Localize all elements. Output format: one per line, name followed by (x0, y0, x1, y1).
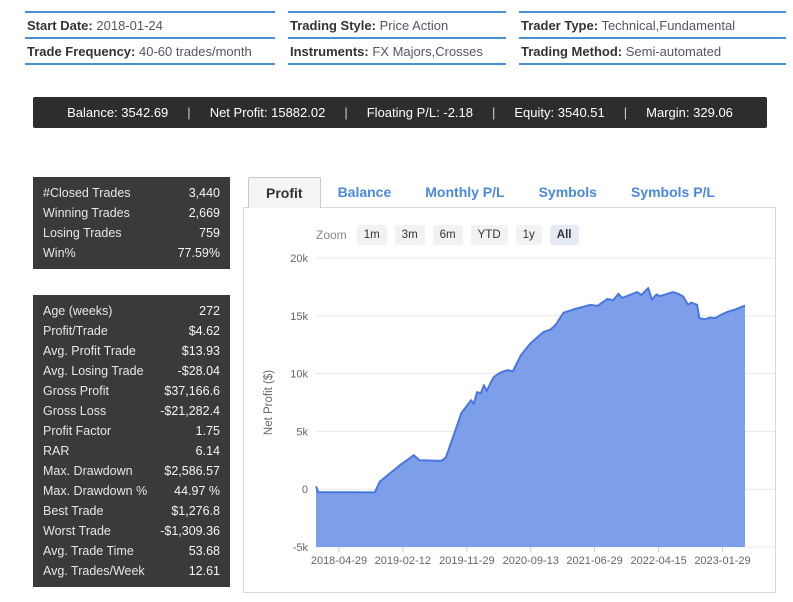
zoom-ytd-button[interactable]: YTD (471, 225, 508, 245)
info-label: Trading Style: (290, 18, 376, 33)
y-tick-label: 15k (290, 311, 308, 323)
stat-row-losing-trades: Losing Trades759 (43, 223, 220, 243)
y-tick-label: 10k (290, 369, 308, 381)
zoom-1m-button[interactable]: 1m (357, 225, 387, 245)
info-value: Price Action (380, 18, 449, 33)
x-tick-label: 2023-01-29 (694, 555, 750, 567)
info-trading-method: Trading Method: Semi-automated (519, 37, 786, 65)
tab-symbols-pl[interactable]: Symbols P/L (614, 177, 732, 208)
stat-row-gross-loss: Gross Loss-$21,282.4 (43, 401, 220, 421)
trade-count-stats-table: #Closed Trades3,440 Winning Trades2,669 … (33, 177, 230, 269)
zoom-3m-button[interactable]: 3m (395, 225, 425, 245)
summary-equity: Equity: 3540.51 (514, 105, 604, 120)
info-value: Technical,Fundamental (601, 18, 735, 33)
stat-row-max-drawdown: Max. Drawdown$2,586.57 (43, 461, 220, 481)
stat-row-gross-profit: Gross Profit$37,166.6 (43, 381, 220, 401)
stat-row-avg-losing-trade: Avg. Losing Trade-$28.04 (43, 361, 220, 381)
info-trading-style: Trading Style: Price Action (288, 11, 506, 37)
separator: | (187, 105, 190, 120)
stat-row-winning-trades: Winning Trades2,669 (43, 203, 220, 223)
x-tick-label: 2022-04-15 (630, 555, 686, 567)
y-tick-label: 0 (302, 484, 308, 496)
x-tick-label: 2020-09-13 (503, 555, 559, 567)
zoom-label: Zoom (316, 228, 347, 242)
stat-row-closed-trades: #Closed Trades3,440 (43, 183, 220, 203)
summary-margin: Margin: 329.06 (646, 105, 733, 120)
stat-row-avg-trades-week: Avg. Trades/Week12.61 (43, 561, 220, 581)
stat-row-max-drawdown-pct: Max. Drawdown %44.97 % (43, 481, 220, 501)
stat-row-age: Age (weeks)272 (43, 301, 220, 321)
info-instruments: Instruments: FX Majors,Crosses (288, 37, 506, 65)
tab-profit[interactable]: Profit (248, 177, 321, 208)
stat-row-win-percent: Win%77.59% (43, 243, 220, 263)
separator: | (344, 105, 347, 120)
performance-stats-table: Age (weeks)272 Profit/Trade$4.62 Avg. Pr… (33, 295, 230, 587)
info-label: Instruments: (290, 44, 369, 59)
tab-balance[interactable]: Balance (321, 177, 409, 208)
info-start-date: Start Date: 2018-01-24 (25, 11, 275, 37)
stat-row-rar: RAR6.14 (43, 441, 220, 461)
y-tick-label: -5k (293, 542, 309, 554)
tab-symbols[interactable]: Symbols (522, 177, 614, 208)
chart-zoom-toolbar: Zoom 1m 3m 6m YTD 1y All (316, 225, 579, 245)
info-value: Semi-automated (626, 44, 721, 59)
stat-row-worst-trade: Worst Trade-$1,309.36 (43, 521, 220, 541)
chart-tabs: Profit Balance Monthly P/L Symbols Symbo… (248, 177, 732, 208)
summary-floating-pl: Floating P/L: -2.18 (367, 105, 473, 120)
info-label: Trade Frequency: (27, 44, 135, 59)
net-profit-area-chart: -5k 0 5k 10k 15k 20k 2018-04-29 2019-02-12 2019-… (243, 237, 776, 593)
info-value: FX Majors,Crosses (372, 44, 483, 59)
account-summary-bar: Balance: 3542.69 | Net Profit: 15882.02 … (33, 97, 767, 128)
info-label: Trader Type: (521, 18, 598, 33)
x-tick-label: 2021-06-29 (566, 555, 622, 567)
account-info-grid: Start Date: 2018-01-24 Trading Style: Pr… (25, 11, 786, 65)
stat-row-avg-profit-trade: Avg. Profit Trade$13.93 (43, 341, 220, 361)
info-label: Start Date: (27, 18, 93, 33)
stat-row-avg-trade-time: Avg. Trade Time53.68 (43, 541, 220, 561)
info-trader-type: Trader Type: Technical,Fundamental (519, 11, 786, 37)
x-tick-label: 2019-11-29 (439, 555, 494, 567)
stat-row-profit-factor: Profit Factor1.75 (43, 421, 220, 441)
stat-row-best-trade: Best Trade$1,276.8 (43, 501, 220, 521)
zoom-all-button[interactable]: All (550, 225, 579, 245)
x-tick-label: 2019-02-12 (375, 555, 431, 567)
zoom-6m-button[interactable]: 6m (433, 225, 463, 245)
y-axis-title: Net Profit ($) (263, 370, 275, 435)
separator: | (624, 105, 627, 120)
x-tick-label: 2018-04-29 (311, 555, 367, 567)
y-tick-label: 5k (296, 426, 308, 438)
tab-monthly-pl[interactable]: Monthly P/L (408, 177, 521, 208)
info-value: 2018-01-24 (96, 18, 163, 33)
stat-row-profit-per-trade: Profit/Trade$4.62 (43, 321, 220, 341)
zoom-1y-button[interactable]: 1y (516, 225, 542, 245)
info-trade-frequency: Trade Frequency: 40-60 trades/month (25, 37, 275, 65)
summary-balance: Balance: 3542.69 (67, 105, 168, 120)
info-value: 40-60 trades/month (139, 44, 252, 59)
info-label: Trading Method: (521, 44, 622, 59)
net-profit-area (316, 288, 745, 547)
separator: | (492, 105, 495, 120)
y-tick-label: 20k (290, 253, 308, 265)
summary-net-profit: Net Profit: 15882.02 (210, 105, 326, 120)
trading-dashboard: Start Date: 2018-01-24 Trading Style: Pr… (0, 0, 793, 602)
chart-panel: Profit Balance Monthly P/L Symbols Symbo… (243, 177, 776, 593)
